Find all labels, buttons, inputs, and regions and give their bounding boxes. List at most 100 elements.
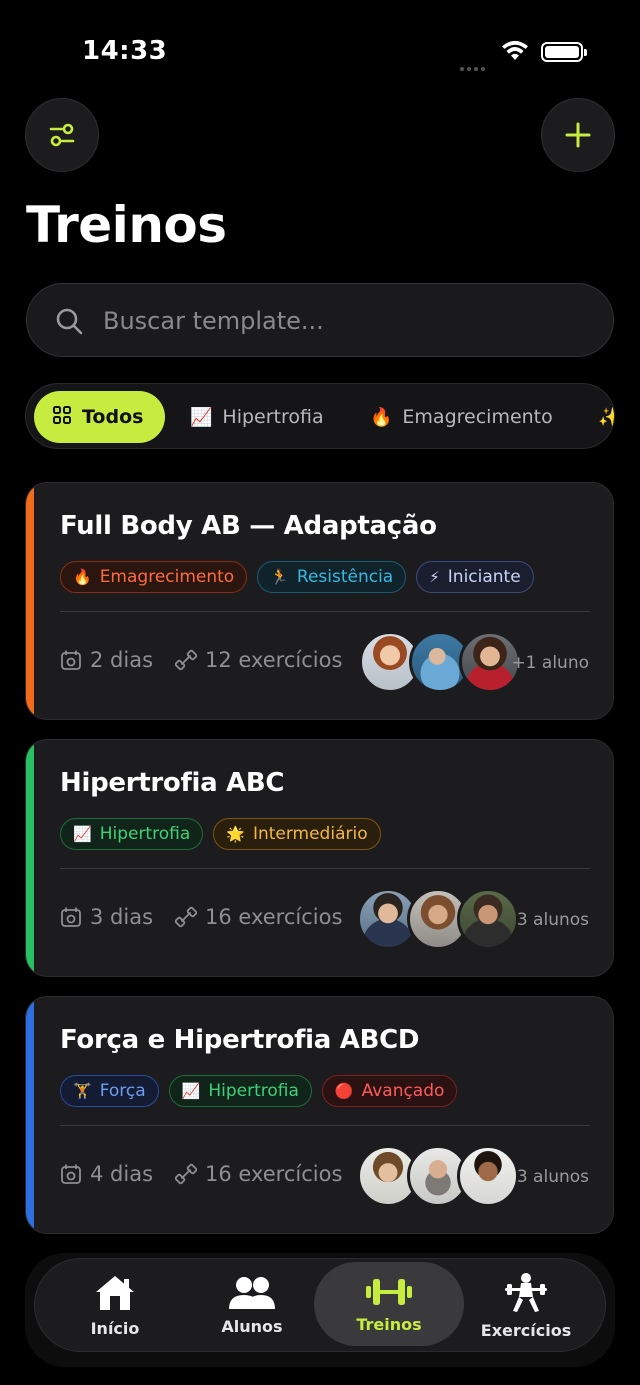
card-accent [26,740,34,976]
student-avatars[interactable] [357,1145,519,1207]
search-input[interactable] [103,302,583,340]
dumbbell-icon [366,1278,412,1305]
tag: 🔴 Avançado [321,1075,458,1107]
red-circle-icon: 🔴 [334,1082,354,1100]
fire-icon: 🔥 [73,568,92,586]
workout-card[interactable]: Full Body AB — Adaptação 🔥 Emagrecimento … [25,482,614,720]
users-icon [229,1276,275,1309]
tag: 🏃 Resistência [257,561,407,593]
chart-up-icon: 📈 [190,406,213,428]
page-title: Treinos [26,196,227,254]
card-accent [26,483,34,719]
signal-icon [460,56,490,71]
tag-label: Força [99,1081,146,1101]
status-bar: 14:33 [0,0,640,100]
filter-button[interactable] [25,98,99,172]
tab-label: Treinos [356,1314,422,1334]
fire-icon: 🔥 [370,406,393,428]
dumbbell-icon [175,1163,198,1185]
chart-up-icon: 📈 [73,825,92,843]
avatar [457,1145,519,1207]
tab-treinos[interactable]: Treinos [314,1262,464,1346]
student-avatars[interactable] [359,631,521,693]
exercises-count: 16 exercícios [205,1162,343,1186]
tag-label: Iniciante [447,567,521,587]
tab-label: Exercícios [480,1320,572,1340]
chip-label: Emagrecimento [402,406,553,428]
tab-alunos[interactable]: Alunos [185,1259,319,1351]
dumbbell-icon [175,649,198,671]
chart-up-icon: 📈 [181,1082,201,1100]
workout-card[interactable]: Hipertrofia ABC 📈 Hipertrofia 🌟 Intermediá… [25,739,614,977]
card-title: Hipertrofia ABC [60,768,285,798]
exercises-count: 16 exercícios [205,905,343,929]
calendar-icon [60,649,82,671]
divider [60,611,590,612]
calendar-icon [60,906,82,928]
status-time: 14:33 [82,36,168,66]
calendar-icon [60,1163,82,1185]
tag: 🌟 Intermediário [213,818,381,850]
tag-list: 📈 Hipertrofia 🌟 Intermediário [60,818,381,850]
divider [60,868,590,869]
sparkles-icon: ✨ [598,407,614,428]
home-icon [96,1275,134,1310]
tag-list: 🔥 Emagrecimento 🏃 Resistência ⚡ Iniciante [60,561,534,593]
tab-inicio[interactable]: Início [49,1259,181,1351]
tag-label: Intermediário [252,824,368,844]
tag: 🏋 Força [60,1075,159,1107]
tag: ⚡ Iniciante [416,561,534,593]
students-count: 3 alunos [516,1167,589,1187]
chip-emagrecimento[interactable]: 🔥 Emagrecimento [370,391,553,443]
sliders-icon [49,123,75,147]
tag-label: Resistência [296,567,394,587]
days-count: 4 dias [90,1162,154,1186]
card-meta: 3 dias 16 exercícios [60,905,364,929]
tab-exercicios[interactable]: Exercícios [459,1259,593,1351]
students-count: 3 alunos [516,910,589,930]
battery-icon [541,42,587,62]
weightlifter-icon [505,1272,547,1312]
divider [60,1125,590,1126]
student-avatars[interactable] [357,888,519,950]
search-icon [56,308,83,335]
tab-label: Início [90,1318,140,1338]
tag-label: Hipertrofia [208,1081,299,1101]
days-count: 2 dias [90,648,154,672]
exercises-count: 12 exercícios [205,648,343,672]
days-count: 3 dias [90,905,154,929]
tag-label: Avançado [361,1081,445,1101]
card-meta: 4 dias 16 exercícios [60,1162,364,1186]
card-meta: 2 dias 12 exercícios [60,648,364,672]
chip-hipertrofia[interactable]: 📈 Hipertrofia [190,391,324,443]
tab-label: Alunos [221,1316,283,1336]
star-icon: 🌟 [226,825,245,843]
search-bar[interactable] [26,283,614,357]
wifi-icon [502,40,528,60]
students-count: +1 aluno [511,653,589,673]
card-accent [26,997,34,1233]
chip-label: Hipertrofia [222,406,324,428]
tab-bar: Início Alunos Treinos Exercícios [34,1258,606,1352]
plus-icon [565,122,591,148]
card-title: Full Body AB — Adaptação [60,511,437,541]
grid-icon [52,405,72,430]
tag-list: 🏋 Força 📈 Hipertrofia 🔴 Avançado [60,1075,458,1107]
workout-card[interactable]: Força e Hipertrofia ABCD 🏋 Força 📈 Hipertr… [25,996,614,1234]
card-title: Força e Hipertrofia ABCD [60,1025,420,1055]
chip-more[interactable]: ✨ [598,391,614,443]
tag: 📈 Hipertrofia [60,818,204,850]
add-template-button[interactable] [541,98,615,172]
chip-label: Todos [82,406,144,428]
tag-label: Emagrecimento [99,567,235,587]
chip-todos[interactable]: Todos [34,391,166,443]
weightlifter-icon: 🏋 [73,1082,92,1100]
tag: 📈 Hipertrofia [168,1075,312,1107]
avatar [457,888,519,950]
runner-icon: 🏃 [270,568,289,586]
tag: 🔥 Emagrecimento [60,561,248,593]
category-filter-bar: Todos 📈 Hipertrofia 🔥 Emagrecimento ✨ [25,383,615,449]
lightning-icon: ⚡ [429,568,440,586]
dumbbell-icon [175,906,198,928]
tag-label: Hipertrofia [99,824,191,844]
